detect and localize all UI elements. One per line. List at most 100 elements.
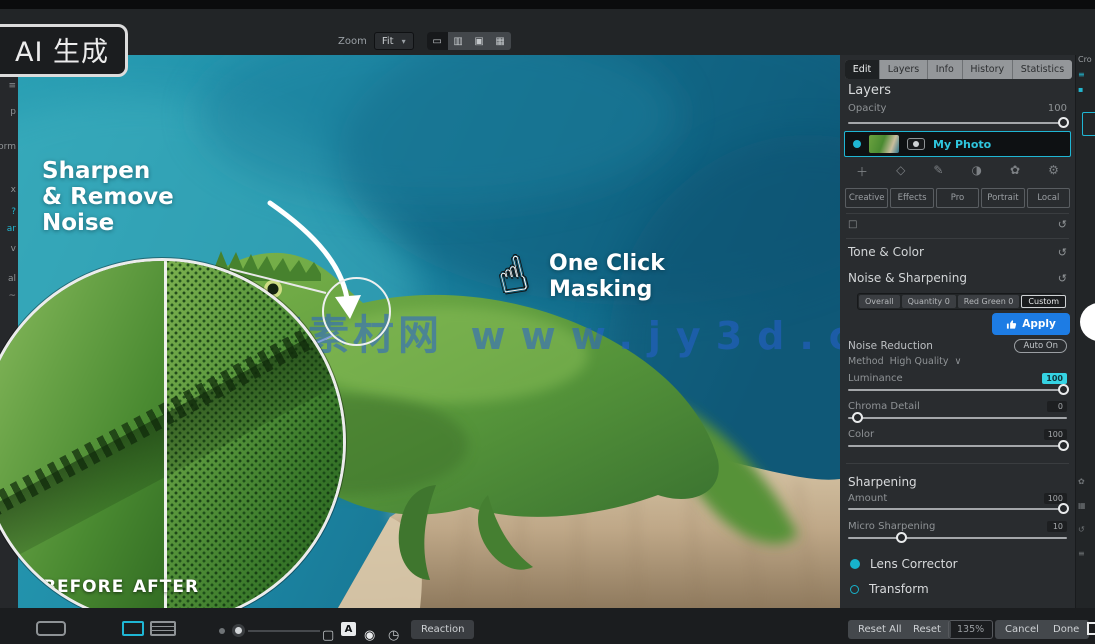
- reset-icon[interactable]: ↺: [1058, 272, 1067, 285]
- tab-edit[interactable]: Edit: [845, 60, 880, 79]
- zoom-percent-box[interactable]: 135%: [948, 620, 993, 639]
- auto-on-button[interactable]: Auto On: [1014, 339, 1067, 353]
- reset-icon[interactable]: ↺: [1058, 246, 1067, 259]
- chroma-slider[interactable]: [848, 417, 1067, 419]
- shape-tool-icon[interactable]: ◇: [896, 163, 905, 181]
- reset-button[interactable]: Reset: [903, 620, 951, 639]
- sidebar-item-fragment[interactable]: ar: [7, 224, 16, 234]
- segment-quantity[interactable]: Quantity 0: [902, 295, 956, 308]
- clock-icon[interactable]: ◷: [388, 628, 399, 643]
- tone-color-section[interactable]: Tone & Color ↺: [848, 245, 1067, 259]
- square-outline-icon[interactable]: ▢: [322, 628, 334, 643]
- micro-sharpening-slider[interactable]: [848, 537, 1067, 539]
- reset-all-button[interactable]: Reset All: [848, 620, 912, 639]
- apply-button[interactable]: Apply: [992, 313, 1070, 335]
- color-label: Color: [848, 429, 874, 440]
- panel-glyph[interactable]: ≡: [1078, 549, 1085, 558]
- lines-icon[interactable]: ≡: [1078, 70, 1085, 79]
- layer-visibility-icon[interactable]: [853, 140, 861, 148]
- bottom-slider-track[interactable]: [248, 630, 320, 632]
- view-grid-button[interactable]: ▦: [490, 32, 511, 50]
- circle-dot-icon[interactable]: ◉: [364, 628, 375, 643]
- color-row: Color 100: [848, 429, 1067, 440]
- ai-generated-badge: AI 生成: [0, 24, 128, 77]
- zoom-dropdown[interactable]: Fit ▾: [374, 32, 414, 50]
- micro-sharpening-slider-knob[interactable]: [896, 532, 907, 543]
- segment-custom[interactable]: Custom: [1021, 295, 1066, 308]
- panel-glyph[interactable]: ▦: [1078, 501, 1086, 510]
- add-layer-icon[interactable]: ＋: [856, 163, 868, 181]
- reaction-button[interactable]: Reaction: [411, 620, 474, 639]
- letter-a-icon[interactable]: A: [341, 622, 356, 636]
- edit-panel: Edit Layers Info History Statistics Laye…: [840, 55, 1075, 608]
- view-compare-button[interactable]: ▣: [469, 32, 490, 50]
- view-mode-group: ▭ ▥ ▣ ▦: [427, 32, 511, 50]
- mask-tool-icon[interactable]: ◑: [972, 163, 982, 181]
- transform-toggle-off[interactable]: [850, 585, 859, 594]
- tab-history[interactable]: History: [963, 60, 1013, 79]
- micro-sharpening-value: 10: [1047, 521, 1067, 532]
- dot-icon[interactable]: ▪: [1078, 85, 1083, 94]
- settings-gear-icon[interactable]: ⚙: [1048, 163, 1059, 181]
- brush-tool-icon[interactable]: ✎: [933, 163, 943, 181]
- tab-statistics[interactable]: Statistics: [1013, 60, 1072, 79]
- zoom-out-dot[interactable]: [219, 628, 225, 634]
- sidebar-item-fragment[interactable]: p: [10, 107, 16, 117]
- cropped-square-icon[interactable]: [1087, 622, 1095, 635]
- layer-item[interactable]: My Photo: [844, 131, 1071, 157]
- amount-slider-knob[interactable]: [1058, 503, 1069, 514]
- before-after-divider[interactable]: [164, 261, 167, 623]
- sidebar-item-fragment[interactable]: x: [11, 185, 16, 195]
- color-slider-knob[interactable]: [1058, 440, 1069, 451]
- canvas-frame-icon[interactable]: [36, 621, 66, 636]
- opacity-slider-knob[interactable]: [1058, 117, 1069, 128]
- tab-layers[interactable]: Layers: [880, 60, 928, 79]
- chroma-slider-knob[interactable]: [852, 412, 863, 423]
- before-label: BEFORE: [43, 577, 124, 597]
- luminance-slider[interactable]: [848, 389, 1067, 391]
- sidebar-item-fragment[interactable]: orm: [0, 142, 16, 152]
- panel-glyph[interactable]: ↺: [1078, 525, 1085, 534]
- effects-tool-icon[interactable]: ✿: [1010, 163, 1020, 181]
- lens-corrector-row[interactable]: Lens Corrector: [850, 557, 958, 571]
- chevron-down-icon: ▾: [402, 37, 406, 46]
- split-view-icon[interactable]: [150, 621, 176, 636]
- zoom-dropdown-value: Fit: [382, 36, 394, 47]
- view-split-button[interactable]: ▥: [448, 32, 469, 50]
- single-view-icon[interactable]: [122, 621, 144, 636]
- noise-sharpening-section[interactable]: Noise & Sharpening ↺: [848, 271, 1067, 285]
- chroma-label: Chroma Detail: [848, 401, 920, 412]
- method-dropdown[interactable]: Method High Quality ∨: [848, 356, 961, 367]
- segment-redgreen[interactable]: Red Green 0: [958, 295, 1020, 308]
- category-effects[interactable]: Effects: [890, 188, 933, 208]
- tab-info[interactable]: Info: [928, 60, 963, 79]
- amount-slider[interactable]: [848, 508, 1067, 510]
- masking-line-1: One Click: [549, 251, 665, 277]
- category-pro[interactable]: Pro: [936, 188, 979, 208]
- category-local[interactable]: Local: [1027, 188, 1070, 208]
- tone-color-label: Tone & Color: [848, 245, 924, 259]
- bottom-slider-knob[interactable]: [232, 624, 245, 637]
- segment-overall[interactable]: Overall: [859, 295, 900, 308]
- transform-row[interactable]: Transform: [850, 582, 929, 596]
- reset-icon[interactable]: ↺: [1058, 218, 1067, 231]
- view-single-button[interactable]: ▭: [427, 32, 448, 50]
- luminance-slider-knob[interactable]: [1058, 384, 1069, 395]
- cancel-button[interactable]: Cancel: [995, 620, 1049, 639]
- layer-mask-icon[interactable]: [907, 138, 925, 150]
- opacity-slider[interactable]: [848, 122, 1067, 124]
- method-label: Method: [848, 356, 884, 367]
- transform-label: Transform: [869, 582, 929, 596]
- luminance-value: 100: [1042, 373, 1067, 384]
- sidebar-item-fragment[interactable]: ?: [11, 207, 16, 217]
- category-portrait[interactable]: Portrait: [981, 188, 1024, 208]
- sidebar-item-fragment[interactable]: v: [11, 244, 16, 254]
- sidebar-item-fragment[interactable]: ≡: [8, 81, 16, 91]
- panel-glyph[interactable]: ✿: [1078, 477, 1085, 486]
- zoom-controls: Zoom Fit ▾ ▭ ▥ ▣ ▦: [338, 32, 511, 50]
- category-creative[interactable]: Creative: [845, 188, 888, 208]
- color-slider[interactable]: [848, 445, 1067, 447]
- lens-corrector-toggle-on[interactable]: [850, 559, 860, 569]
- done-button[interactable]: Done: [1043, 620, 1089, 639]
- panel-mini-icon[interactable]: □: [848, 219, 857, 230]
